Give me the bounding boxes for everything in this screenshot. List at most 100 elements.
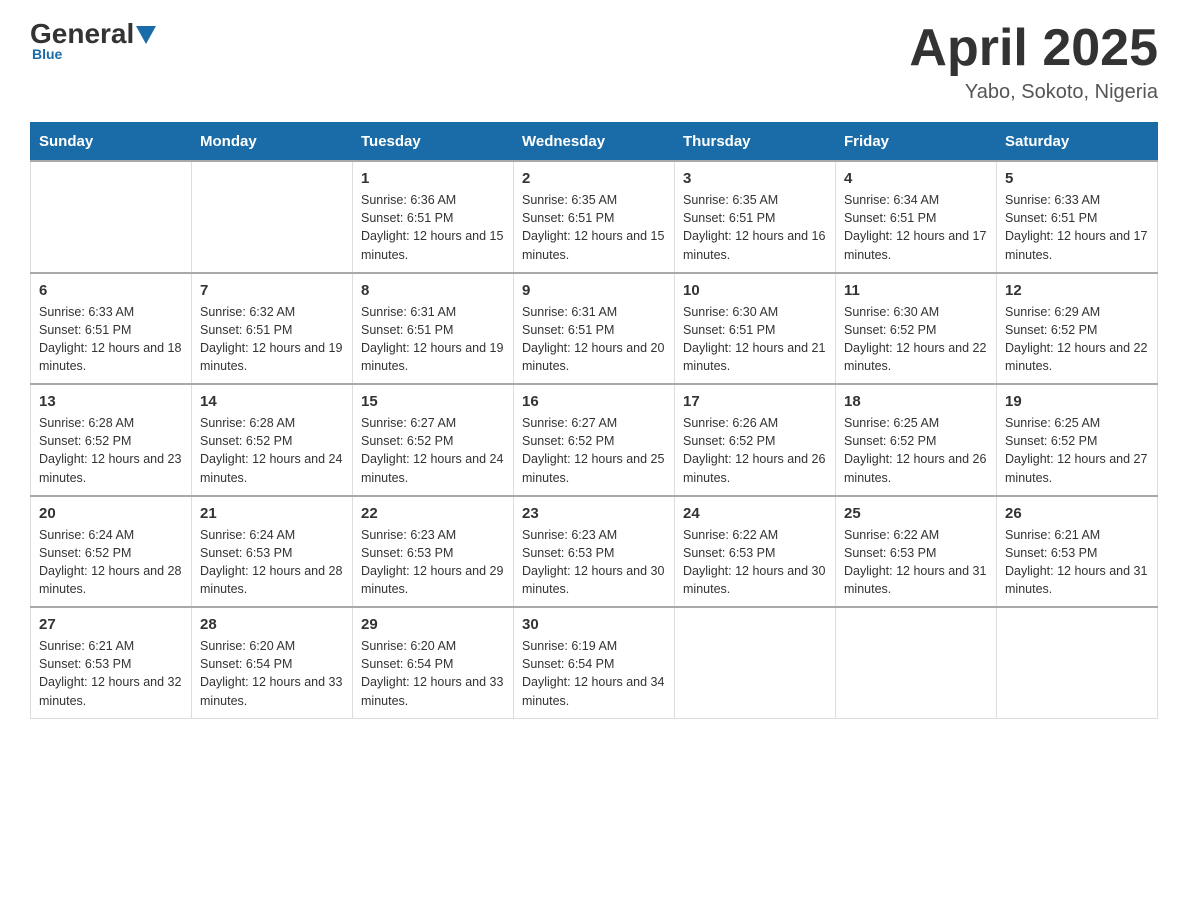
- day-info: Sunrise: 6:27 AMSunset: 6:52 PMDaylight:…: [522, 414, 666, 487]
- day-number: 13: [39, 393, 183, 410]
- calendar-cell: 1 Sunrise: 6:36 AMSunset: 6:51 PMDaylight…: [353, 161, 514, 273]
- day-number: 29: [361, 616, 505, 633]
- day-number: 25: [844, 505, 988, 522]
- day-info: Sunrise: 6:20 AMSunset: 6:54 PMDaylight:…: [200, 637, 344, 710]
- day-info: Sunrise: 6:22 AMSunset: 6:53 PMDaylight:…: [844, 526, 988, 599]
- day-number: 6: [39, 282, 183, 299]
- day-info: Sunrise: 6:36 AMSunset: 6:51 PMDaylight:…: [361, 191, 505, 264]
- day-info: Sunrise: 6:23 AMSunset: 6:53 PMDaylight:…: [522, 526, 666, 599]
- calendar-table: SundayMondayTuesdayWednesdayThursdayFrid…: [30, 122, 1158, 719]
- calendar-cell: 3Sunrise: 6:35 AMSunset: 6:51 PMDaylight…: [675, 161, 836, 273]
- calendar-cell: [997, 607, 1158, 718]
- day-number: 5: [1005, 170, 1149, 187]
- day-number: 20: [39, 505, 183, 522]
- weekday-header-wednesday: Wednesday: [514, 123, 675, 162]
- calendar-cell: 11 Sunrise: 6:30 AMSunset: 6:52 PMDayligh…: [836, 273, 997, 385]
- logo-blue-text: Blue: [32, 46, 62, 62]
- day-number: 16: [522, 393, 666, 410]
- weekday-header-tuesday: Tuesday: [353, 123, 514, 162]
- day-info: Sunrise: 6:30 AMSunset: 6:52 PMDaylight:…: [844, 303, 988, 376]
- calendar-cell: 4 Sunrise: 6:34 AMSunset: 6:51 PMDaylight…: [836, 161, 997, 273]
- calendar-cell: [675, 607, 836, 718]
- day-info: Sunrise: 6:35 AMSunset: 6:51 PMDaylight:…: [522, 191, 666, 264]
- calendar-cell: 22 Sunrise: 6:23 AMSunset: 6:53 PMDayligh…: [353, 496, 514, 608]
- calendar-cell: 10 Sunrise: 6:30 AMSunset: 6:51 PMDayligh…: [675, 273, 836, 385]
- day-info: Sunrise: 6:28 AMSunset: 6:52 PMDaylight:…: [39, 414, 183, 487]
- calendar-cell: 26 Sunrise: 6:21 AMSunset: 6:53 PMDayligh…: [997, 496, 1158, 608]
- day-info: Sunrise: 6:20 AMSunset: 6:54 PMDaylight:…: [361, 637, 505, 710]
- calendar-cell: 30Sunrise: 6:19 AMSunset: 6:54 PMDayligh…: [514, 607, 675, 718]
- calendar-cell: 27Sunrise: 6:21 AMSunset: 6:53 PMDayligh…: [31, 607, 192, 718]
- calendar-cell: 13 Sunrise: 6:28 AMSunset: 6:52 PMDayligh…: [31, 384, 192, 496]
- day-number: 18: [844, 393, 988, 410]
- calendar-cell: 17 Sunrise: 6:26 AMSunset: 6:52 PMDayligh…: [675, 384, 836, 496]
- weekday-header-saturday: Saturday: [997, 123, 1158, 162]
- calendar-cell: 16 Sunrise: 6:27 AMSunset: 6:52 PMDayligh…: [514, 384, 675, 496]
- day-number: 4: [844, 170, 988, 187]
- calendar-cell: 2 Sunrise: 6:35 AMSunset: 6:51 PMDaylight…: [514, 161, 675, 273]
- day-info: Sunrise: 6:21 AMSunset: 6:53 PMDaylight:…: [39, 637, 183, 710]
- day-info: Sunrise: 6:23 AMSunset: 6:53 PMDaylight:…: [361, 526, 505, 599]
- day-number: 11: [844, 282, 988, 299]
- calendar-cell: [192, 161, 353, 273]
- calendar-cell: 8Sunrise: 6:31 AMSunset: 6:51 PMDaylight…: [353, 273, 514, 385]
- day-info: Sunrise: 6:21 AMSunset: 6:53 PMDaylight:…: [1005, 526, 1149, 599]
- calendar-cell: 24 Sunrise: 6:22 AMSunset: 6:53 PMDayligh…: [675, 496, 836, 608]
- title-area: April 2025 Yabo, Sokoto, Nigeria: [909, 20, 1158, 104]
- logo-general-text: General: [30, 20, 134, 48]
- day-number: 23: [522, 505, 666, 522]
- calendar-cell: 12Sunrise: 6:29 AMSunset: 6:52 PMDayligh…: [997, 273, 1158, 385]
- day-info: Sunrise: 6:29 AMSunset: 6:52 PMDaylight:…: [1005, 303, 1149, 376]
- calendar-week-row: 20 Sunrise: 6:24 AMSunset: 6:52 PMDayligh…: [31, 496, 1158, 608]
- calendar-cell: 5 Sunrise: 6:33 AMSunset: 6:51 PMDaylight…: [997, 161, 1158, 273]
- calendar-cell: [31, 161, 192, 273]
- day-number: 26: [1005, 505, 1149, 522]
- calendar-week-row: 1 Sunrise: 6:36 AMSunset: 6:51 PMDaylight…: [31, 161, 1158, 273]
- day-info: Sunrise: 6:27 AMSunset: 6:52 PMDaylight:…: [361, 414, 505, 487]
- calendar-subtitle: Yabo, Sokoto, Nigeria: [909, 81, 1158, 104]
- calendar-cell: 29 Sunrise: 6:20 AMSunset: 6:54 PMDayligh…: [353, 607, 514, 718]
- calendar-cell: 23 Sunrise: 6:23 AMSunset: 6:53 PMDayligh…: [514, 496, 675, 608]
- calendar-cell: 25 Sunrise: 6:22 AMSunset: 6:53 PMDayligh…: [836, 496, 997, 608]
- day-number: 24: [683, 505, 827, 522]
- day-number: 1: [361, 170, 505, 187]
- day-info: Sunrise: 6:33 AMSunset: 6:51 PMDaylight:…: [1005, 191, 1149, 264]
- day-info: Sunrise: 6:31 AMSunset: 6:51 PMDaylight:…: [522, 303, 666, 376]
- day-info: Sunrise: 6:34 AMSunset: 6:51 PMDaylight:…: [844, 191, 988, 264]
- weekday-header-sunday: Sunday: [31, 123, 192, 162]
- day-info: Sunrise: 6:25 AMSunset: 6:52 PMDaylight:…: [1005, 414, 1149, 487]
- calendar-week-row: 6 Sunrise: 6:33 AMSunset: 6:51 PMDaylight…: [31, 273, 1158, 385]
- day-number: 17: [683, 393, 827, 410]
- calendar-cell: 6 Sunrise: 6:33 AMSunset: 6:51 PMDaylight…: [31, 273, 192, 385]
- day-number: 22: [361, 505, 505, 522]
- day-info: Sunrise: 6:25 AMSunset: 6:52 PMDaylight:…: [844, 414, 988, 487]
- day-info: Sunrise: 6:33 AMSunset: 6:51 PMDaylight:…: [39, 303, 183, 376]
- calendar-week-row: 13 Sunrise: 6:28 AMSunset: 6:52 PMDayligh…: [31, 384, 1158, 496]
- calendar-cell: 18 Sunrise: 6:25 AMSunset: 6:52 PMDayligh…: [836, 384, 997, 496]
- day-info: Sunrise: 6:26 AMSunset: 6:52 PMDaylight:…: [683, 414, 827, 487]
- calendar-cell: 15 Sunrise: 6:27 AMSunset: 6:52 PMDayligh…: [353, 384, 514, 496]
- calendar-cell: [836, 607, 997, 718]
- calendar-cell: 7 Sunrise: 6:32 AMSunset: 6:51 PMDaylight…: [192, 273, 353, 385]
- day-number: 19: [1005, 393, 1149, 410]
- day-number: 7: [200, 282, 344, 299]
- day-number: 15: [361, 393, 505, 410]
- day-number: 14: [200, 393, 344, 410]
- calendar-cell: 21Sunrise: 6:24 AMSunset: 6:53 PMDayligh…: [192, 496, 353, 608]
- day-number: 2: [522, 170, 666, 187]
- day-info: Sunrise: 6:28 AMSunset: 6:52 PMDaylight:…: [200, 414, 344, 487]
- calendar-cell: 19 Sunrise: 6:25 AMSunset: 6:52 PMDayligh…: [997, 384, 1158, 496]
- day-info: Sunrise: 6:19 AMSunset: 6:54 PMDaylight:…: [522, 637, 666, 710]
- day-info: Sunrise: 6:32 AMSunset: 6:51 PMDaylight:…: [200, 303, 344, 376]
- calendar-cell: 9 Sunrise: 6:31 AMSunset: 6:51 PMDaylight…: [514, 273, 675, 385]
- day-number: 28: [200, 616, 344, 633]
- calendar-title: April 2025: [909, 20, 1158, 77]
- day-info: Sunrise: 6:24 AMSunset: 6:53 PMDaylight:…: [200, 526, 344, 599]
- day-info: Sunrise: 6:24 AMSunset: 6:52 PMDaylight:…: [39, 526, 183, 599]
- day-info: Sunrise: 6:22 AMSunset: 6:53 PMDaylight:…: [683, 526, 827, 599]
- day-info: Sunrise: 6:30 AMSunset: 6:51 PMDaylight:…: [683, 303, 827, 376]
- calendar-cell: 20 Sunrise: 6:24 AMSunset: 6:52 PMDayligh…: [31, 496, 192, 608]
- day-number: 10: [683, 282, 827, 299]
- logo: General Blue: [30, 20, 156, 62]
- day-number: 9: [522, 282, 666, 299]
